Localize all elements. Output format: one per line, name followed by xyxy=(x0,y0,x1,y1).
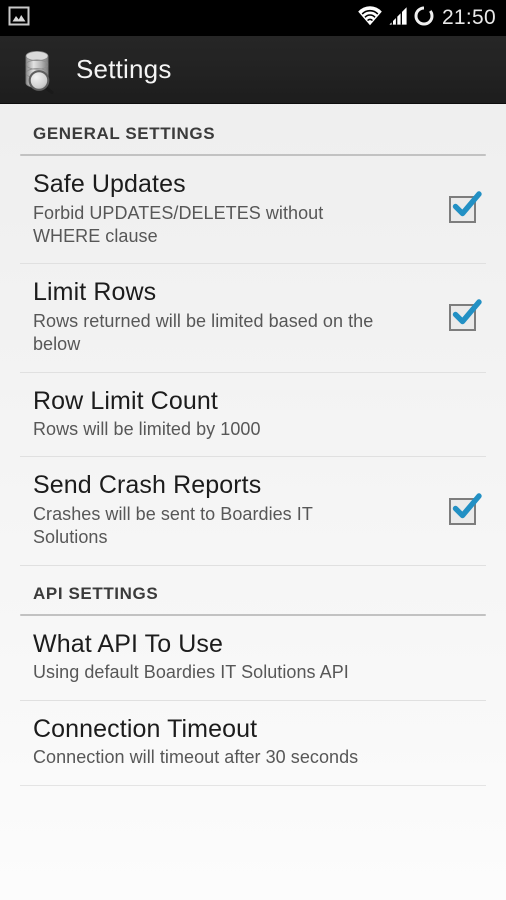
section-header-label: API SETTINGS xyxy=(33,583,159,603)
preference-summary: Crashes will be sent to Boardies IT Solu… xyxy=(33,503,313,548)
preference-widget xyxy=(442,191,486,224)
preference-summary: Connection will timeout after 30 seconds xyxy=(33,747,359,768)
checkmark-icon xyxy=(452,299,482,325)
section-header: GENERAL SETTINGS xyxy=(0,106,506,150)
preference-summary: Rows returned will be limited based on t… xyxy=(33,310,374,355)
preference-title: Send Crash Reports xyxy=(33,471,262,500)
preference-row-send-crash-reports[interactable]: Send Crash Reports Crashes will be sent t… xyxy=(0,457,506,564)
preference-text: Connection Timeout Connection will timeou… xyxy=(33,715,442,770)
checkbox-send-crash-reports[interactable] xyxy=(449,492,482,526)
sync-circle-icon xyxy=(413,5,435,32)
preference-widget xyxy=(442,492,486,526)
cellular-signal-icon xyxy=(388,6,408,31)
settings-screen: 21:50 Settings GENERAL SETTINGS Safe Upd… xyxy=(0,0,506,900)
preference-title: Connection Timeout xyxy=(33,714,258,743)
gallery-photo-icon xyxy=(8,6,30,31)
section-header: API SETTINGS xyxy=(0,566,506,610)
checkbox-safe-updates[interactable] xyxy=(449,191,482,224)
preference-summary: Forbid UPDATES/DELETES without WHERE cla… xyxy=(33,202,324,246)
status-bar-notification-icons xyxy=(8,6,30,31)
preference-row-safe-updates[interactable]: Safe Updates Forbid UPDATES/DELETES witho… xyxy=(0,156,506,263)
preference-row-limit-rows[interactable]: Limit Rows Rows returned will be limited … xyxy=(0,264,506,371)
status-bar-clock: 21:50 xyxy=(441,6,496,29)
preference-text: Limit Rows Rows returned will be limited … xyxy=(33,278,442,356)
status-bar-system-icons: 21:50 xyxy=(357,5,496,32)
section-header-label: GENERAL SETTINGS xyxy=(33,124,216,143)
preference-title: Row Limit Count xyxy=(33,386,218,415)
preference-list: GENERAL SETTINGS Safe Updates Forbid UPDAT… xyxy=(0,104,506,786)
preference-title: What API To Use xyxy=(33,629,224,658)
page-title: Settings xyxy=(76,53,172,84)
wifi-icon xyxy=(357,5,383,31)
preference-title: Safe Updates xyxy=(33,170,186,198)
status-bar: 21:50 xyxy=(0,0,506,36)
preference-summary: Rows will be limited by 1000 xyxy=(33,419,261,440)
preference-text: What API To Use Using default Boardies IT… xyxy=(33,630,442,685)
checkmark-icon xyxy=(452,191,482,217)
action-bar: Settings xyxy=(0,36,506,104)
checkbox-limit-rows[interactable] xyxy=(449,299,482,332)
preference-summary: Using default Boardies IT Solutions API xyxy=(33,662,349,683)
preference-row-what-api-to-use[interactable]: What API To Use Using default Boardies IT… xyxy=(0,616,506,700)
preference-row-row-limit-count[interactable]: Row Limit Count Rows will be limited by 1… xyxy=(0,373,506,457)
checkmark-icon xyxy=(452,492,482,518)
preference-text: Safe Updates Forbid UPDATES/DELETES witho… xyxy=(33,170,442,248)
preference-text: Row Limit Count Rows will be limited by 1… xyxy=(33,387,442,442)
preference-row-connection-timeout[interactable]: Connection Timeout Connection will timeou… xyxy=(0,701,506,785)
preference-title: Limit Rows xyxy=(33,278,157,307)
preference-widget xyxy=(442,299,486,332)
item-divider xyxy=(20,784,486,786)
database-search-icon[interactable] xyxy=(18,46,62,94)
preference-text: Send Crash Reports Crashes will be sent t… xyxy=(33,471,442,549)
